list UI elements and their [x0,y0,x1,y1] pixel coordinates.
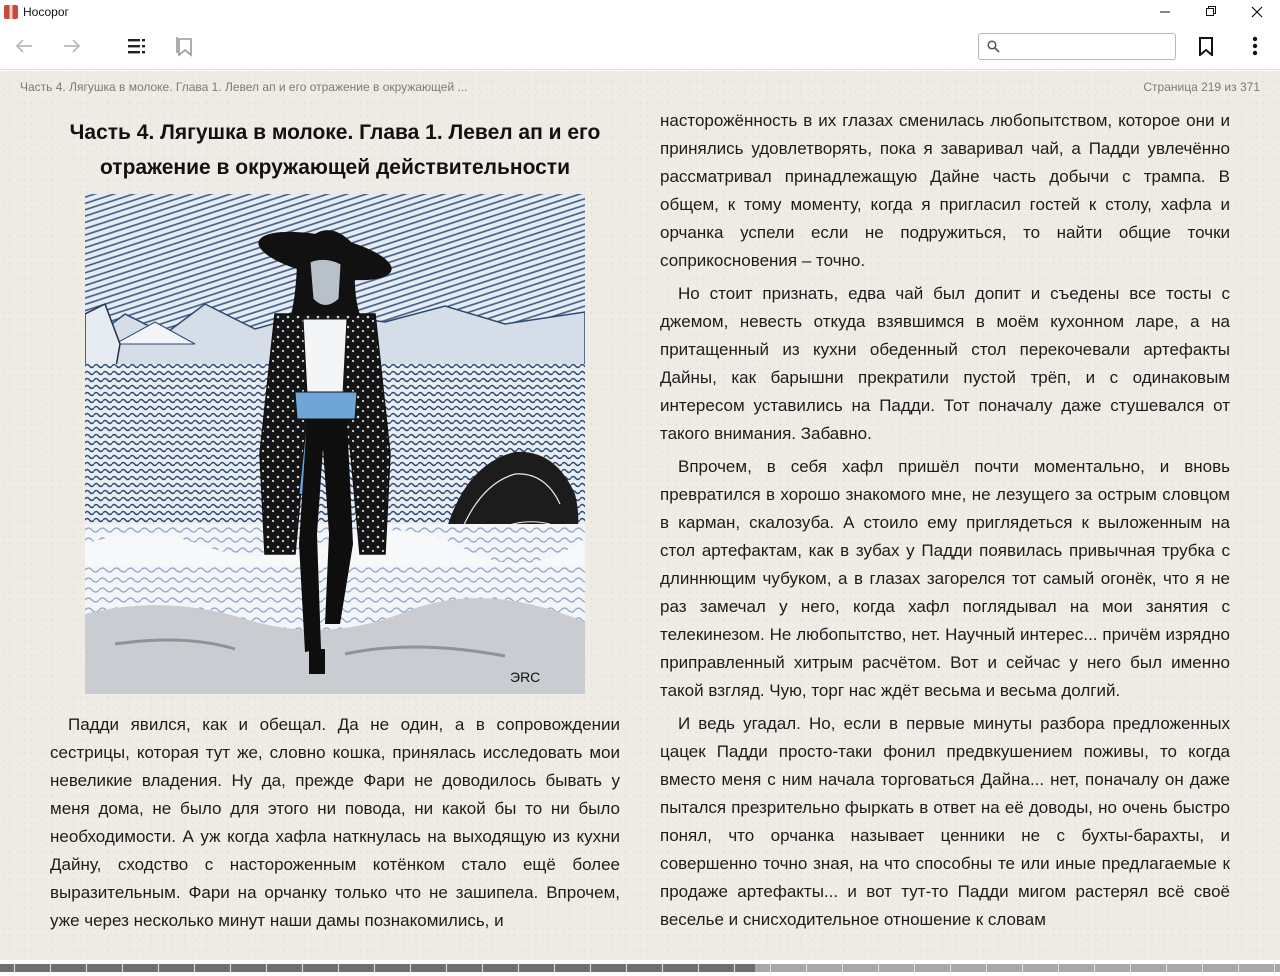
progress-tick [302,962,303,974]
title-bar: Носорог [0,0,1280,23]
progress-tick [698,962,699,974]
paragraph: Падди явился, как и обещал. Да не один, … [50,715,620,930]
search-box[interactable] [978,33,1176,60]
progress-tick [626,962,627,974]
arrow-left-icon [15,39,32,53]
right-text-column: насторожённость в их глазах сменилась лю… [660,107,1230,939]
restore-icon [1205,6,1216,16]
progress-tick [266,962,267,974]
progress-tick [14,962,15,974]
page-indicator: Страница 219 из 371 [1143,80,1260,94]
close-window-button[interactable] [1234,0,1280,23]
forward-button[interactable] [57,31,87,61]
progress-tick [1094,962,1095,974]
bookmarks-list-icon [176,37,192,57]
contents-button[interactable] [122,31,152,61]
reading-area[interactable]: Часть 4. Лягушка в молоке. Глава 1. Леве… [0,71,1280,960]
progress-tick [914,962,915,974]
progress-tick [1130,962,1131,974]
search-input[interactable] [1005,36,1170,57]
progress-tick [518,962,519,974]
progress-tick [50,962,51,974]
minimize-icon [1159,11,1170,13]
progress-tick [446,962,447,974]
progress-tick [1166,962,1167,974]
progress-tick [158,962,159,974]
window-controls [1142,0,1280,23]
reading-progress-bar[interactable] [0,960,1280,976]
progress-tick [554,962,555,974]
toolbar [0,23,1280,70]
search-icon [987,40,1000,53]
progress-tick [338,962,339,974]
progress-tick [950,962,951,974]
bookmark-icon [1199,37,1213,56]
progress-tick [1274,962,1275,974]
minimize-button[interactable] [1142,0,1188,23]
paragraph: Впрочем, в себя хафл пришёл почти момент… [660,457,1230,700]
close-icon [1251,6,1263,17]
paragraph: И ведь угадал. Но, если в первые минуты … [660,714,1230,929]
more-vertical-icon [1252,36,1258,56]
restore-button[interactable] [1188,0,1234,23]
progress-tick [1202,962,1203,974]
progress-tick [770,962,771,974]
chapter-title: Часть 4. Лягушка в молоке. Глава 1. Леве… [69,121,601,179]
bookmarks-list-button[interactable] [170,31,200,61]
progress-tick [662,962,663,974]
chapter-illustration: ЭRС [85,194,585,694]
progress-tick [374,962,375,974]
progress-tick [230,962,231,974]
paragraph: насторожённость в их глазах сменилась лю… [660,111,1230,270]
progress-tick [842,962,843,974]
paragraph: Но стоит признать, едва чай был допит и … [660,284,1230,443]
progress-tick [1058,962,1059,974]
progress-tick [1022,962,1023,974]
progress-tick [482,962,483,974]
progress-tick [878,962,879,974]
progress-tick [806,962,807,974]
progress-tick [986,962,987,974]
progress-tick [194,962,195,974]
arrow-right-icon [64,39,81,53]
progress-track[interactable] [0,964,1280,972]
back-button[interactable] [9,31,39,61]
progress-tick [410,962,411,974]
bookmark-button[interactable] [1191,31,1221,61]
illustrator-signature: ЭRС [510,669,540,685]
table-of-contents-icon [128,39,145,54]
menu-button[interactable] [1240,31,1270,61]
progress-tick [1238,962,1239,974]
progress-tick [590,962,591,974]
progress-tick [122,962,123,974]
progress-fill [0,964,756,972]
app-logo-icon [4,4,18,19]
progress-tick [734,962,735,974]
left-text-column: Падди явился, как и обещал. Да не один, … [50,711,620,940]
running-head: Часть 4. Лягушка в молоке. Глава 1. Леве… [20,80,468,94]
progress-tick [86,962,87,974]
window-title: Носорог [23,4,69,19]
